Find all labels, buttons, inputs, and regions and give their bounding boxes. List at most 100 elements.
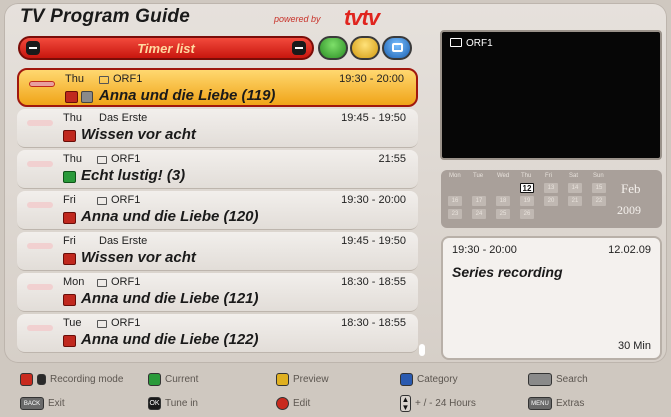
text-key-icon [528,373,552,386]
calendar-day[interactable]: 23 [448,209,462,219]
calendar-month: Feb [621,181,641,196]
preview-window: ORF1 [440,30,662,160]
camera-button[interactable] [382,36,412,60]
row-day: Mon [63,276,85,288]
calendar-day[interactable]: 24 [472,209,486,219]
legend-preview-label: Preview [293,374,329,385]
calendar-day[interactable]: 15 [592,183,606,193]
timer-list-row[interactable]: Mon ORF1 18:30 - 18:55 Anna und die Liebe (… [17,273,418,312]
tv-icon [450,38,462,47]
legend-category[interactable]: Category [400,373,458,386]
program-details: 19:30 - 20:00 12.02.09 Series recording … [441,236,662,360]
calendar-day[interactable]: 17 [472,196,486,206]
row-day: Fri [63,194,76,206]
status-bar-icon [27,120,53,126]
tv-icon [97,279,107,287]
details-duration: 30 Min [617,340,651,352]
calendar-day[interactable]: 22 [592,196,606,206]
calendar-day[interactable]: 19 [520,196,534,206]
record-icon [63,171,76,183]
legend-extras-label: Extras [556,398,585,409]
tv-icon [97,320,107,328]
record-icon [63,335,76,347]
info-icon [81,91,93,103]
row-day: Thu [65,73,84,85]
status-bar-icon [27,325,53,331]
calendar-day-header: Wed [497,173,510,179]
row-channel: ORF1 [111,153,141,165]
calendar-day[interactable]: 12 [520,183,534,193]
camera-icon [392,43,403,52]
tv-icon [97,156,107,164]
row-program-title: Wissen vor acht [81,249,196,266]
status-bar-icon [27,284,53,290]
legend-current[interactable]: Current [148,373,198,386]
row-channel: Das Erste [99,112,148,124]
calendar-day[interactable]: 25 [496,209,510,219]
status-bar-icon [27,243,53,249]
row-channel: ORF1 [111,194,141,206]
row-time: 18:30 - 18:55 [341,317,406,329]
page-title: TV Program Guide [20,6,191,27]
legend-hours[interactable]: ▲ ▼ + / - 24 Hours [400,395,476,412]
legend-search[interactable]: Search [528,373,588,386]
blue-key-icon [400,373,413,386]
minus-icon[interactable] [292,41,306,55]
calendar-day-header: Tue [473,173,484,179]
timer-list-row[interactable]: Fri Das Erste 19:45 - 19:50 Wissen vor acht [17,232,418,271]
calendar-year: 2009 [617,203,641,217]
legend-exit[interactable]: BACK Exit [20,397,65,410]
record-icon [63,253,76,265]
powered-by-label: powered by [274,14,321,24]
row-program-title: Anna und die Liebe (121) [81,290,259,307]
row-channel: ORF1 [113,73,143,85]
scrollbar-thumb[interactable] [419,344,425,356]
legend-category-label: Category [417,374,458,385]
timer-list-tab[interactable]: Timer list [18,36,314,60]
calendar-day[interactable]: 14 [568,183,582,193]
calendar-day[interactable]: 13 [544,183,558,193]
calendar-day[interactable]: 16 [448,196,462,206]
timer-list-row[interactable]: Thu Das Erste 19:45 - 19:50 Wissen vor acht [17,109,418,148]
status-bar-icon [27,202,53,208]
calendar-day[interactable]: 20 [544,196,558,206]
timer-list-label: Timer list [137,41,195,56]
row-program-title: Anna und die Liebe (120) [81,208,259,225]
green-key-icon [148,373,161,386]
timer-list-row[interactable]: Thu ORF1 21:55 Echt lustig! (3) [17,150,418,189]
row-channel: ORF1 [111,276,141,288]
legend-search-label: Search [556,374,588,385]
calendar-day-header: Thu [521,173,532,179]
key-legend: Recording mode Current Preview Category … [0,366,671,417]
yellow-button[interactable] [350,36,380,60]
timer-list-row[interactable]: Thu ORF1 19:30 - 20:00 Anna und die Liebe (… [17,68,418,107]
row-day: Fri [63,235,76,247]
row-program-title: Echt lustig! (3) [81,167,186,184]
row-time: 18:30 - 18:55 [341,276,406,288]
mode-icon [37,374,46,385]
timer-list-row[interactable]: Fri ORF1 19:30 - 20:00 Anna und die Liebe (… [17,191,418,230]
row-time: 19:30 - 20:00 [339,73,404,85]
legend-recording-mode[interactable]: Recording mode [20,373,123,386]
row-program-title: Wissen vor acht [81,126,196,143]
calendar-day[interactable]: 18 [496,196,510,206]
calendar-day[interactable]: 21 [568,196,582,206]
row-program-title: Anna und die Liebe (119) [99,87,276,104]
legend-extras[interactable]: MENU Extras [528,397,584,410]
record-icon [65,91,78,103]
record-icon [63,130,76,142]
legend-hours-label: + / - 24 Hours [415,398,476,409]
calendar-day[interactable]: 26 [520,209,534,219]
record-icon [63,212,76,224]
legend-recording-mode-label: Recording mode [50,374,124,385]
row-channel: Das Erste [99,235,148,247]
legend-edit[interactable]: Edit [276,397,310,410]
legend-tune-in[interactable]: OK Tune in [148,397,198,410]
legend-preview[interactable]: Preview [276,373,329,386]
row-time: 19:30 - 20:00 [341,194,406,206]
details-date: 12.02.09 [608,244,651,256]
back-key-icon: BACK [20,397,44,410]
timer-list-row[interactable]: Tue ORF1 18:30 - 18:55 Anna und die Liebe (… [17,314,418,353]
row-day: Tue [63,317,82,329]
green-button[interactable] [318,36,348,60]
